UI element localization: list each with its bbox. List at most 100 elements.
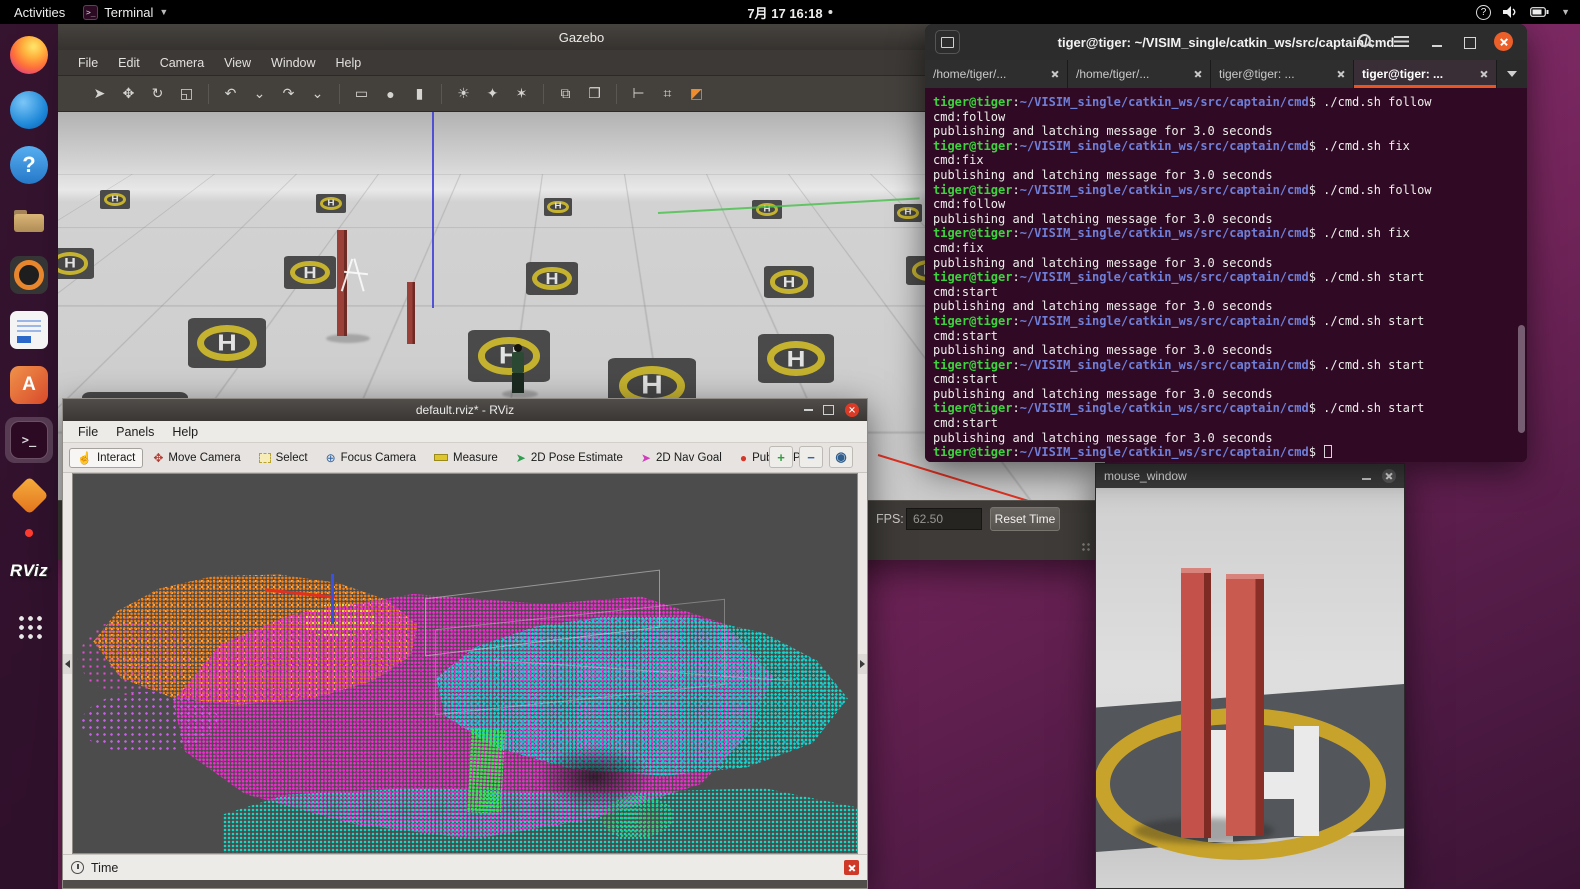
tab-close-icon[interactable]: [1336, 70, 1345, 79]
dock-item-terminal[interactable]: >_: [5, 417, 53, 463]
output-text: publishing and latching message for 3.0 …: [933, 343, 1273, 357]
translate-tool-button[interactable]: ✥: [115, 81, 142, 107]
terminal-tab-1[interactable]: /home/tiger/...: [925, 60, 1068, 88]
rotate-tool-button[interactable]: ↻: [144, 81, 171, 107]
tab-list-dropdown[interactable]: [1497, 60, 1527, 88]
rviz-window-title: default.rviz* - RViz: [416, 403, 514, 417]
point-light-button[interactable]: ☀: [450, 81, 477, 107]
gazebo-menu-help[interactable]: Help: [326, 56, 372, 70]
dock-item-ros-box[interactable]: [5, 472, 53, 518]
scale-tool-button[interactable]: ◱: [173, 81, 200, 107]
terminal-line: cmd:start: [933, 285, 1519, 300]
camera-view-button[interactable]: ◉: [829, 446, 853, 468]
interact-button[interactable]: ☝Interact: [69, 448, 143, 468]
help-icon: ?: [10, 146, 48, 184]
close-button[interactable]: [1494, 32, 1513, 51]
joint-button[interactable]: ◩: [683, 81, 710, 107]
clock-menu[interactable]: 7月 17 16:18: [747, 3, 832, 22]
dock-item-running-dot[interactable]: [5, 527, 53, 539]
select-tool-button[interactable]: ➤: [86, 81, 113, 107]
terminal-tab-4[interactable]: tiger@tiger: ...: [1354, 60, 1497, 88]
rviz-3d-viewport[interactable]: [72, 473, 858, 854]
dock-item-help[interactable]: ?: [5, 142, 53, 188]
scrollbar-thumb[interactable]: [1518, 325, 1525, 433]
redo-button[interactable]: ↷: [275, 81, 302, 107]
rviz-menu-file[interactable]: File: [69, 425, 107, 439]
search-icon[interactable]: [1355, 32, 1377, 52]
rviz-menu-panels[interactable]: Panels: [107, 425, 163, 439]
directional-light-button[interactable]: ✶: [508, 81, 535, 107]
maximize-button[interactable]: [821, 403, 835, 417]
mouse-window-viewport[interactable]: [1096, 488, 1404, 888]
spot-light-button[interactable]: ✦: [479, 81, 506, 107]
minimize-button[interactable]: [801, 403, 815, 417]
window-switcher-icon[interactable]: [935, 30, 960, 54]
dock-item-show-apps[interactable]: [5, 603, 53, 649]
pose-estimate-button[interactable]: ➤2D Pose Estimate: [508, 448, 631, 468]
reset-time-button[interactable]: Reset Time: [990, 507, 1060, 531]
dock-item-writer[interactable]: [5, 307, 53, 353]
tab-label: /home/tiger/...: [1076, 67, 1149, 81]
move-camera-button[interactable]: ✥Move Camera: [145, 448, 248, 468]
rviz-menu-help[interactable]: Help: [163, 425, 207, 439]
tab-close-icon[interactable]: [1193, 70, 1202, 79]
minimize-button[interactable]: [1360, 469, 1374, 483]
sphere-shape-button[interactable]: ●: [377, 81, 404, 107]
redo-history-button[interactable]: ⌄: [304, 81, 331, 107]
gazebo-menu-view[interactable]: View: [214, 56, 261, 70]
output-text: cmd:start: [933, 329, 998, 343]
panel-collapse-right[interactable]: [858, 654, 867, 674]
fps-value-field[interactable]: 62.50: [906, 508, 982, 530]
tab-close-icon[interactable]: [1479, 70, 1488, 79]
gazebo-menu-edit[interactable]: Edit: [108, 56, 150, 70]
tab-close-icon[interactable]: [1050, 70, 1059, 79]
align-button[interactable]: ⊢: [625, 81, 652, 107]
resize-grip[interactable]: [1081, 542, 1091, 552]
terminal-window-title: tiger@tiger: ~/VISIM_single/catkin_ws/sr…: [1058, 35, 1395, 50]
dock-item-media-player[interactable]: [5, 252, 53, 298]
box-shape-button[interactable]: ▭: [348, 81, 375, 107]
terminal-output[interactable]: tiger@tiger:~/VISIM_single/catkin_ws/src…: [925, 88, 1527, 462]
prompt-user: tiger@tiger: [933, 358, 1012, 372]
gazebo-menu-camera[interactable]: Camera: [150, 56, 214, 70]
measure-button[interactable]: Measure: [426, 448, 506, 468]
helipad-h: H: [783, 275, 795, 289]
hamburger-menu-icon[interactable]: [1394, 36, 1409, 47]
dock-item-messenger[interactable]: [5, 87, 53, 133]
focus-camera-button[interactable]: ⊕Focus Camera: [318, 448, 424, 468]
dock-item-software[interactable]: A: [5, 362, 53, 408]
cylinder-shape-button[interactable]: ▮: [406, 81, 433, 107]
maximize-button[interactable]: [1461, 34, 1477, 50]
rviz-titlebar[interactable]: default.rviz* - RViz: [63, 399, 867, 421]
snap-button[interactable]: ⌗: [654, 81, 681, 107]
paste-button[interactable]: ❐: [581, 81, 608, 107]
terminal-tab-2[interactable]: /home/tiger/...: [1068, 60, 1211, 88]
panel-collapse-left[interactable]: [63, 654, 72, 674]
dock-item-firefox[interactable]: [5, 32, 53, 78]
undo-button[interactable]: ↶: [217, 81, 244, 107]
terminal-tab-3[interactable]: tiger@tiger: ...: [1211, 60, 1354, 88]
nav-goal-button[interactable]: ➤2D Nav Goal: [633, 448, 730, 468]
minimize-button[interactable]: [1429, 34, 1445, 50]
select-button[interactable]: Select: [251, 448, 316, 468]
terminal-headerbar[interactable]: tiger@tiger: ~/VISIM_single/catkin_ws/sr…: [925, 24, 1527, 60]
mouse-window-titlebar[interactable]: mouse_window: [1096, 464, 1404, 488]
dock-item-files[interactable]: [5, 197, 53, 243]
dock-item-rviz[interactable]: RViz: [5, 548, 53, 594]
close-button[interactable]: [1382, 469, 1396, 483]
remove-tool-button[interactable]: −: [799, 446, 823, 468]
gazebo-menu-window[interactable]: Window: [261, 56, 325, 70]
time-panel-close-button[interactable]: [844, 860, 859, 875]
close-button[interactable]: [845, 403, 859, 417]
system-indicators[interactable]: ? ▼: [1476, 0, 1570, 24]
prompt-user: tiger@tiger: [933, 226, 1012, 240]
add-tool-button[interactable]: +: [769, 446, 793, 468]
undo-history-button[interactable]: ⌄: [246, 81, 273, 107]
app-menu[interactable]: >_ Terminal ▼: [83, 5, 168, 20]
copy-button[interactable]: ⧉: [552, 81, 579, 107]
activities-button[interactable]: Activities: [14, 5, 65, 20]
gazebo-menu-file[interactable]: File: [68, 56, 108, 70]
helipad-ring: H: [320, 197, 343, 211]
prompt-separator: :: [1012, 445, 1019, 459]
helipad-tile: H: [758, 334, 834, 383]
